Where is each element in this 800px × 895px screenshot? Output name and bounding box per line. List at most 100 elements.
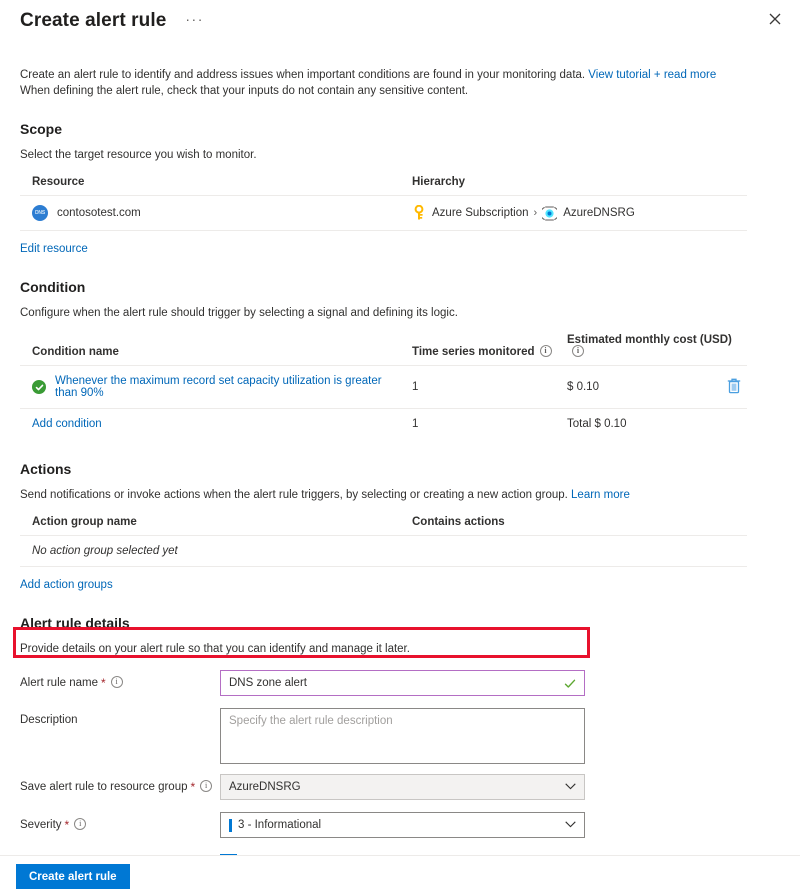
alert-rule-name-input[interactable]: DNS zone alert [220, 670, 585, 697]
severity-indicator [229, 818, 232, 832]
page-title: Create alert rule [20, 10, 167, 31]
subscription-key-icon [414, 205, 424, 220]
resource-group-icon [542, 206, 558, 221]
resource-group-label-text: Save alert rule to resource group [20, 781, 188, 794]
resource-group-control: AzureDNSRG [220, 774, 585, 801]
valid-check-icon [564, 677, 576, 695]
description-control: Specify the alert rule description [220, 708, 585, 765]
info-icon[interactable] [74, 818, 87, 831]
actions-col-contains: Contains actions [400, 516, 747, 537]
scope-resource-cell: DNS contosotest.com [20, 195, 400, 231]
table-row: DNS contosotest.com Azure Subscription ›… [20, 195, 747, 231]
condition-table: Condition name Time series monitored Est… [20, 334, 748, 440]
scope-col-hierarchy: Hierarchy [400, 176, 747, 196]
severity-select[interactable]: 3 - Informational [220, 812, 585, 839]
actions-empty-contains [400, 535, 747, 568]
hierarchy-subscription: Azure Subscription [432, 207, 529, 219]
resource-group-label: Save alert rule to resource group * [20, 774, 220, 794]
required-asterisk: * [100, 676, 106, 691]
severity-control: 3 - Informational [220, 812, 585, 839]
condition-delete-cell [715, 365, 748, 410]
actions-empty-text: No action group selected yet [20, 535, 400, 568]
create-alert-rule-button[interactable]: Create alert rule [16, 864, 130, 889]
condition-name-cell: Whenever the maximum record set capacity… [20, 365, 400, 410]
actions-description-text: Send notifications or invoke actions whe… [20, 489, 572, 502]
edit-resource-link[interactable]: Edit resource [20, 243, 88, 255]
intro-text: Create an alert rule to identify and add… [20, 67, 780, 99]
add-condition-cell: Add condition [20, 409, 400, 440]
intro-line-2: When defining the alert rule, check that… [20, 85, 469, 97]
view-tutorial-link[interactable]: View tutorial + read more [588, 69, 716, 81]
description-input[interactable]: Specify the alert rule description [220, 708, 585, 765]
scope-resource-name: contosotest.com [57, 207, 141, 219]
condition-col-series-label: Time series monitored [412, 346, 535, 359]
add-condition-link[interactable]: Add condition [32, 418, 102, 430]
actions-section: Actions Send notifications or invoke act… [20, 461, 780, 593]
more-options-icon[interactable]: ··· [180, 10, 209, 28]
condition-table-header: Condition name Time series monitored Est… [20, 334, 748, 367]
condition-col-cost-label: Estimated monthly cost (USD) [567, 334, 732, 346]
resource-group-select[interactable]: AzureDNSRG [220, 774, 585, 801]
condition-name-link[interactable]: Whenever the maximum record set capacity… [55, 375, 400, 399]
actions-table-header: Action group name Contains actions [20, 516, 747, 537]
table-row: No action group selected yet [20, 535, 747, 568]
required-asterisk: * [190, 780, 196, 795]
info-icon[interactable] [572, 345, 584, 357]
alert-rule-name-row: Alert rule name* DNS zone alert [20, 670, 780, 700]
condition-total-series: 1 [412, 418, 419, 431]
add-action-groups-link[interactable]: Add action groups [20, 579, 113, 591]
condition-total-row: Add condition 1 Total $ 0.10 [20, 409, 747, 440]
scope-section: Scope Select the target resource you wis… [20, 121, 780, 257]
actions-col-name: Action group name [20, 516, 400, 537]
condition-col-series: Time series monitored [400, 334, 555, 367]
learn-more-link[interactable]: Learn more [571, 489, 630, 501]
description-label: Description [20, 714, 78, 727]
description-row: Description Specify the alert rule descr… [20, 708, 780, 765]
condition-cost: $ 0.10 [555, 365, 715, 410]
condition-title: Condition [20, 279, 86, 295]
severity-value: 3 - Informational [238, 819, 322, 832]
resource-group-value: AzureDNSRG [229, 781, 301, 794]
close-icon[interactable] [762, 6, 788, 32]
info-icon[interactable] [110, 676, 123, 689]
dns-zone-icon: DNS [32, 205, 48, 221]
delete-icon[interactable] [727, 378, 741, 397]
severity-row: Severity* 3 - Informational [20, 812, 780, 842]
blade-footer: Create alert rule [0, 855, 800, 895]
condition-col-name-label: Condition name [32, 346, 119, 359]
blade-content: Create an alert rule to identify and add… [0, 67, 800, 895]
alert-rule-name-control: DNS zone alert [220, 670, 585, 697]
info-icon[interactable] [539, 345, 552, 357]
chevron-right-icon: › [533, 207, 538, 219]
blade-header: Create alert rule ··· [0, 0, 800, 38]
scope-description: Select the target resource you wish to m… [20, 149, 257, 161]
alert-rule-details-section: Alert rule details Provide details on yo… [20, 615, 780, 895]
actions-title: Actions [20, 461, 72, 478]
create-alert-rule-blade: Create alert rule ··· Create an alert ru… [0, 0, 800, 895]
success-check-icon [32, 380, 46, 395]
scope-col-resource: Resource [20, 176, 400, 196]
scope-title: Scope [20, 121, 63, 137]
chevron-down-icon [565, 819, 576, 831]
condition-col-name: Condition name [20, 334, 400, 367]
alert-rule-name-label: Alert rule name * [20, 670, 220, 690]
alert-rule-name-label-text: Alert rule name [20, 677, 98, 690]
condition-description: Configure when the alert rule should tri… [20, 307, 458, 319]
condition-col-cost: Estimated monthly cost (USD) [555, 334, 748, 367]
required-asterisk: * [64, 818, 70, 833]
severity-label: Severity * [20, 812, 220, 832]
scope-table-header: Resource Hierarchy [20, 176, 747, 196]
chevron-down-icon [565, 781, 576, 793]
actions-description: Send notifications or invoke actions whe… [20, 488, 780, 503]
scope-hierarchy-cell: Azure Subscription › AzureDNSRG [400, 195, 747, 231]
details-title: Alert rule details [20, 615, 130, 632]
actions-table: Action group name Contains actions No ac… [20, 516, 747, 568]
scope-table: Resource Hierarchy DNS contosotest.com A… [20, 176, 747, 231]
severity-label-text: Severity [20, 819, 62, 832]
hierarchy-resource-group: AzureDNSRG [563, 207, 635, 219]
table-row: Whenever the maximum record set capacity… [20, 365, 748, 410]
intro-line-1: Create an alert rule to identify and add… [20, 69, 589, 81]
condition-total-cost: Total $ 0.10 [567, 418, 627, 431]
info-icon[interactable] [200, 780, 213, 793]
condition-section: Condition Configure when the alert rule … [20, 279, 780, 439]
